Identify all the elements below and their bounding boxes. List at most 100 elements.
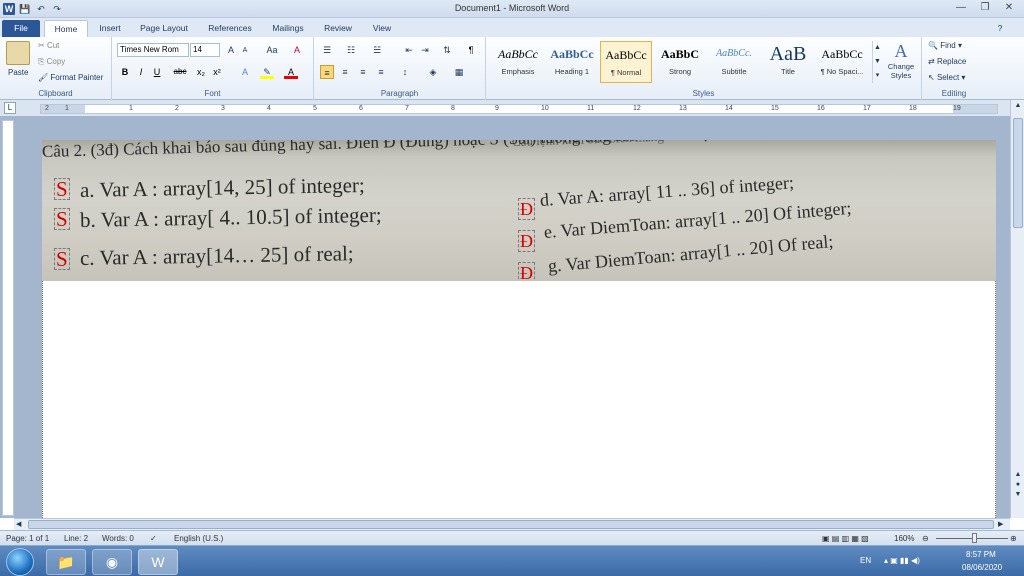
highlight-icon[interactable]: ✎ — [260, 65, 274, 79]
decrease-indent-icon[interactable]: ⇤ — [402, 43, 416, 57]
change-styles-icon: A — [894, 41, 908, 61]
restore-button[interactable]: ❐ — [974, 1, 996, 15]
page-count[interactable]: Page: 1 of 1 — [6, 534, 49, 543]
find-button[interactable]: 🔍 Find ▾ — [928, 41, 962, 50]
increase-indent-icon[interactable]: ⇥ — [418, 43, 432, 57]
vertical-ruler[interactable] — [2, 120, 14, 516]
show-hide-button[interactable]: ¶ — [464, 43, 478, 57]
style-title[interactable]: AaB Title — [762, 41, 814, 83]
font-size-dropdown[interactable]: 14 — [190, 43, 220, 57]
zoom-in-icon[interactable]: ⊕ — [1010, 534, 1017, 543]
coccoc-taskbar-icon[interactable]: ◉ — [92, 549, 132, 575]
tray-icons[interactable]: ▴ ▣ ▮▮ ◀) — [884, 556, 920, 565]
h-scroll-thumb[interactable] — [28, 520, 994, 529]
sort-icon[interactable]: ⇅ — [440, 43, 454, 57]
tab-view[interactable]: View — [366, 20, 398, 37]
bullets-icon[interactable]: ☰ — [320, 43, 334, 57]
tab-home[interactable]: Home — [44, 20, 88, 37]
grow-font-icon[interactable]: A — [224, 43, 238, 57]
clock-date[interactable]: 08/06/2020 — [962, 563, 1002, 572]
font-name-dropdown[interactable]: Times New Rom — [117, 43, 189, 57]
tab-page-layout[interactable]: Page Layout — [134, 20, 194, 37]
horizontal-ruler[interactable]: 2 1 1 2 3 4 5 6 7 8 9 10 11 12 13 14 15 … — [40, 104, 998, 114]
style-normal[interactable]: AaBbCc ¶ Normal — [600, 41, 652, 83]
tab-review[interactable]: Review — [318, 20, 358, 37]
scroll-left-icon[interactable]: ◀ — [16, 520, 21, 528]
shading-icon[interactable]: ◈ — [426, 65, 440, 79]
select-button[interactable]: ↖ Select ▾ — [928, 73, 965, 82]
view-buttons[interactable]: ▣ ▤ ▥ ▦ ▧ — [822, 534, 869, 543]
font-label: Font — [204, 89, 221, 98]
answer-box[interactable]: Đ — [518, 262, 535, 281]
font-color-icon[interactable]: A — [284, 65, 298, 79]
style-subtitle[interactable]: AaBbCc. Subtitle — [708, 41, 760, 83]
align-center-button[interactable]: ≡ — [338, 65, 352, 79]
word-taskbar-icon[interactable]: W — [138, 549, 178, 575]
text-effects-icon[interactable]: A — [238, 65, 252, 79]
clock-time[interactable]: 8:57 PM — [966, 550, 996, 559]
scroll-thumb[interactable] — [1013, 118, 1023, 228]
language-bar[interactable]: EN — [860, 556, 871, 565]
tab-selector-icon[interactable]: L — [4, 102, 16, 114]
zoom-level[interactable]: 160% — [894, 534, 914, 543]
multilevel-list-icon[interactable]: ☱ — [370, 43, 384, 57]
word-count[interactable]: Words: 0 — [102, 534, 134, 543]
style-preview: AaB — [769, 43, 807, 65]
align-right-button[interactable]: ≡ — [356, 65, 370, 79]
language-indicator[interactable]: English (U.S.) — [174, 534, 223, 543]
style-emphasis[interactable]: AaBbCc Emphasis — [492, 41, 544, 83]
strikethrough-button[interactable]: abc — [170, 65, 190, 79]
explorer-taskbar-icon[interactable]: 📁 — [46, 549, 86, 575]
tab-references[interactable]: References — [202, 20, 258, 37]
style-strong[interactable]: AaBbC Strong — [654, 41, 706, 83]
numbering-icon[interactable]: ☷ — [344, 43, 358, 57]
shrink-font-icon[interactable]: A — [238, 44, 252, 58]
cut-button[interactable]: ✂ Cut — [38, 41, 59, 50]
bold-button[interactable]: B — [118, 65, 132, 79]
answer-box[interactable]: S — [54, 208, 70, 230]
style-heading-1[interactable]: AaBbCc Heading 1 — [546, 41, 598, 83]
change-case-icon[interactable]: Aa — [262, 43, 282, 57]
change-styles-button[interactable]: A Change Styles — [884, 41, 918, 85]
close-button[interactable]: ✕ — [998, 1, 1020, 15]
zoom-slider-thumb[interactable] — [972, 533, 977, 543]
paste-icon[interactable] — [6, 41, 30, 65]
borders-icon[interactable]: ▦ — [452, 65, 466, 79]
proofing-icon[interactable]: ✓ — [150, 534, 157, 543]
ruler-number: 9 — [495, 105, 499, 112]
line-number[interactable]: Line: 2 — [64, 534, 88, 543]
horizontal-scrollbar[interactable]: ◀ ▶ — [14, 518, 1010, 530]
align-left-button[interactable]: ≡ — [320, 65, 334, 79]
clipboard-label: Clipboard — [38, 89, 73, 98]
tab-file[interactable]: File — [2, 20, 40, 37]
scroll-up-icon[interactable]: ▲ — [1013, 102, 1023, 112]
inserted-photo[interactable]: Câu lệnh khai báo biến mảng Câu 2. (3đ) … — [42, 140, 996, 281]
scroll-right-icon[interactable]: ▶ — [998, 520, 1003, 528]
help-icon[interactable]: ? — [994, 20, 1006, 37]
format-painter-button[interactable]: 🖌 Format Painter — [38, 73, 103, 82]
answer-box[interactable]: Đ — [518, 198, 535, 220]
start-button[interactable] — [6, 548, 34, 576]
zoom-out-icon[interactable]: ⊖ — [922, 534, 929, 543]
paste-button[interactable]: Paste — [8, 68, 28, 77]
replace-button[interactable]: ⇄ Replace — [928, 57, 966, 66]
style-preview: AaBbC — [660, 47, 699, 61]
superscript-button[interactable]: x² — [210, 65, 224, 79]
tab-mailings[interactable]: Mailings — [266, 20, 310, 37]
answer-box[interactable]: S — [54, 178, 70, 200]
copy-button[interactable]: ⎘ Copy — [38, 57, 65, 67]
vertical-scrollbar[interactable]: ▲ ▲ ● ▼ — [1010, 100, 1024, 518]
underline-button[interactable]: U — [150, 65, 164, 79]
line-spacing-icon[interactable]: ↕ — [398, 65, 412, 79]
justify-button[interactable]: ≡ — [374, 65, 388, 79]
answer-box[interactable]: S — [54, 248, 70, 270]
style-no-spacing[interactable]: AaBbCc ¶ No Spaci... — [816, 41, 868, 83]
answer-box[interactable]: Đ — [518, 230, 535, 252]
subscript-button[interactable]: x₂ — [194, 65, 208, 79]
styles-scroll-icon[interactable]: ▲ ▼ ▾ — [872, 41, 882, 83]
italic-button[interactable]: I — [134, 65, 148, 79]
clear-formatting-icon[interactable]: A — [290, 43, 304, 57]
browse-object-icons[interactable]: ▲ ● ▼ — [1013, 470, 1023, 500]
minimize-button[interactable]: — — [950, 1, 972, 15]
tab-insert[interactable]: Insert — [92, 20, 128, 37]
